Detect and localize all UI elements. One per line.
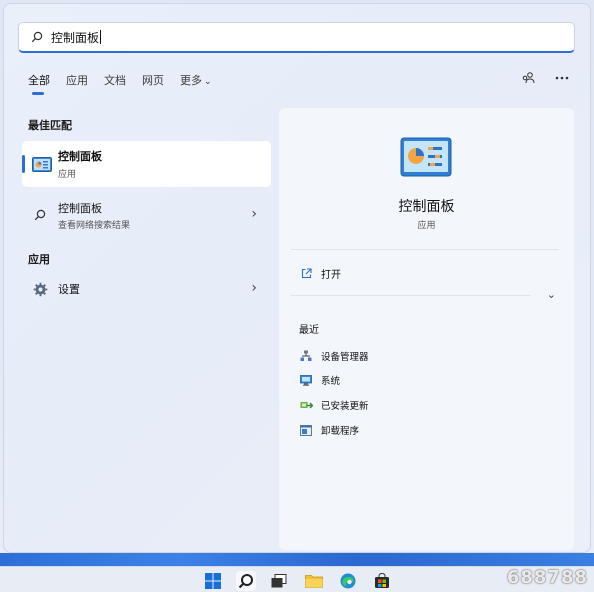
tab-more[interactable]: 更多 ⌄ bbox=[180, 72, 212, 88]
search-icon bbox=[29, 29, 45, 45]
open-action[interactable]: 打开 bbox=[299, 266, 341, 281]
search-input[interactable]: 控制面板 bbox=[18, 22, 575, 53]
recent-item-uninstall-program[interactable]: 卸载程序 bbox=[299, 423, 359, 437]
best-match-title: 控制面板 bbox=[58, 150, 102, 163]
site-watermark: 688788 bbox=[506, 567, 588, 588]
best-match-result[interactable]: 控制面板 应用 bbox=[22, 141, 271, 187]
settings-gear-icon bbox=[32, 281, 48, 297]
settings-app-title: 设置 bbox=[58, 283, 80, 296]
result-detail-pane: 控制面板 应用 打开 ⌄ 最近 设备管理器 系统 已安装更新 卸载程序 bbox=[279, 108, 574, 550]
windows-start-icon[interactable] bbox=[203, 571, 223, 591]
tab-apps[interactable]: 应用 bbox=[66, 72, 88, 88]
best-match-heading: 最佳匹配 bbox=[28, 119, 72, 132]
microsoft-store-icon[interactable] bbox=[372, 571, 392, 591]
chevron-right-icon: › bbox=[251, 206, 257, 222]
expand-chevron-icon[interactable]: ⌄ bbox=[547, 288, 556, 301]
top-right-actions bbox=[520, 70, 570, 86]
task-view-icon[interactable] bbox=[269, 571, 289, 591]
file-explorer-icon[interactable] bbox=[304, 571, 324, 591]
tab-all[interactable]: 全部 bbox=[28, 72, 50, 95]
recent-item-label: 卸载程序 bbox=[321, 426, 360, 437]
chevron-right-icon: › bbox=[251, 280, 257, 296]
recent-item-label: 系统 bbox=[321, 376, 341, 387]
app-result-settings[interactable]: 设置 › bbox=[22, 271, 271, 307]
best-match-subtitle: 应用 bbox=[58, 170, 77, 180]
device-manager-icon bbox=[299, 349, 313, 363]
search-icon bbox=[32, 207, 48, 223]
chevron-down-icon: ⌄ bbox=[204, 77, 212, 87]
web-search-result[interactable]: 控制面板 查看网络搜索结果 › bbox=[22, 197, 271, 233]
divider bbox=[291, 249, 559, 250]
text-cursor bbox=[100, 30, 102, 44]
tab-more-label: 更多 bbox=[180, 74, 202, 87]
search-query-text: 控制面板 bbox=[51, 30, 100, 45]
system-icon bbox=[299, 373, 313, 387]
tab-documents[interactable]: 文档 bbox=[104, 72, 126, 88]
open-label: 打开 bbox=[321, 270, 341, 281]
taskbar bbox=[0, 566, 594, 592]
tab-web[interactable]: 网页 bbox=[142, 72, 164, 88]
search-filter-tabs: 全部 应用 文档 网页 更多 ⌄ bbox=[28, 72, 228, 95]
installed-updates-icon bbox=[299, 398, 313, 412]
account-switch-icon[interactable] bbox=[520, 70, 536, 86]
web-result-subtitle: 查看网络搜索结果 bbox=[58, 220, 131, 231]
recent-item-system[interactable]: 系统 bbox=[299, 373, 340, 387]
web-result-title: 控制面板 bbox=[58, 201, 102, 215]
detail-app-type: 应用 bbox=[417, 221, 436, 231]
open-external-icon bbox=[299, 267, 313, 281]
control-panel-icon bbox=[32, 156, 52, 172]
edge-browser-icon[interactable] bbox=[338, 571, 358, 591]
detail-app-name: 控制面板 bbox=[398, 199, 455, 215]
recent-item-installed-updates[interactable]: 已安装更新 bbox=[299, 398, 369, 412]
recent-item-device-manager[interactable]: 设备管理器 bbox=[299, 349, 369, 363]
recent-item-label: 已安装更新 bbox=[321, 401, 369, 412]
control-panel-icon bbox=[400, 137, 452, 177]
selection-indicator bbox=[22, 155, 25, 173]
apps-heading: 应用 bbox=[28, 253, 50, 266]
more-options-icon[interactable] bbox=[554, 70, 570, 86]
taskbar-search-icon[interactable] bbox=[236, 571, 256, 591]
desktop-wallpaper-strip bbox=[0, 553, 594, 566]
recent-item-label: 设备管理器 bbox=[321, 352, 369, 363]
divider bbox=[291, 295, 531, 296]
uninstall-program-icon bbox=[299, 423, 313, 437]
recent-heading: 最近 bbox=[299, 325, 319, 336]
